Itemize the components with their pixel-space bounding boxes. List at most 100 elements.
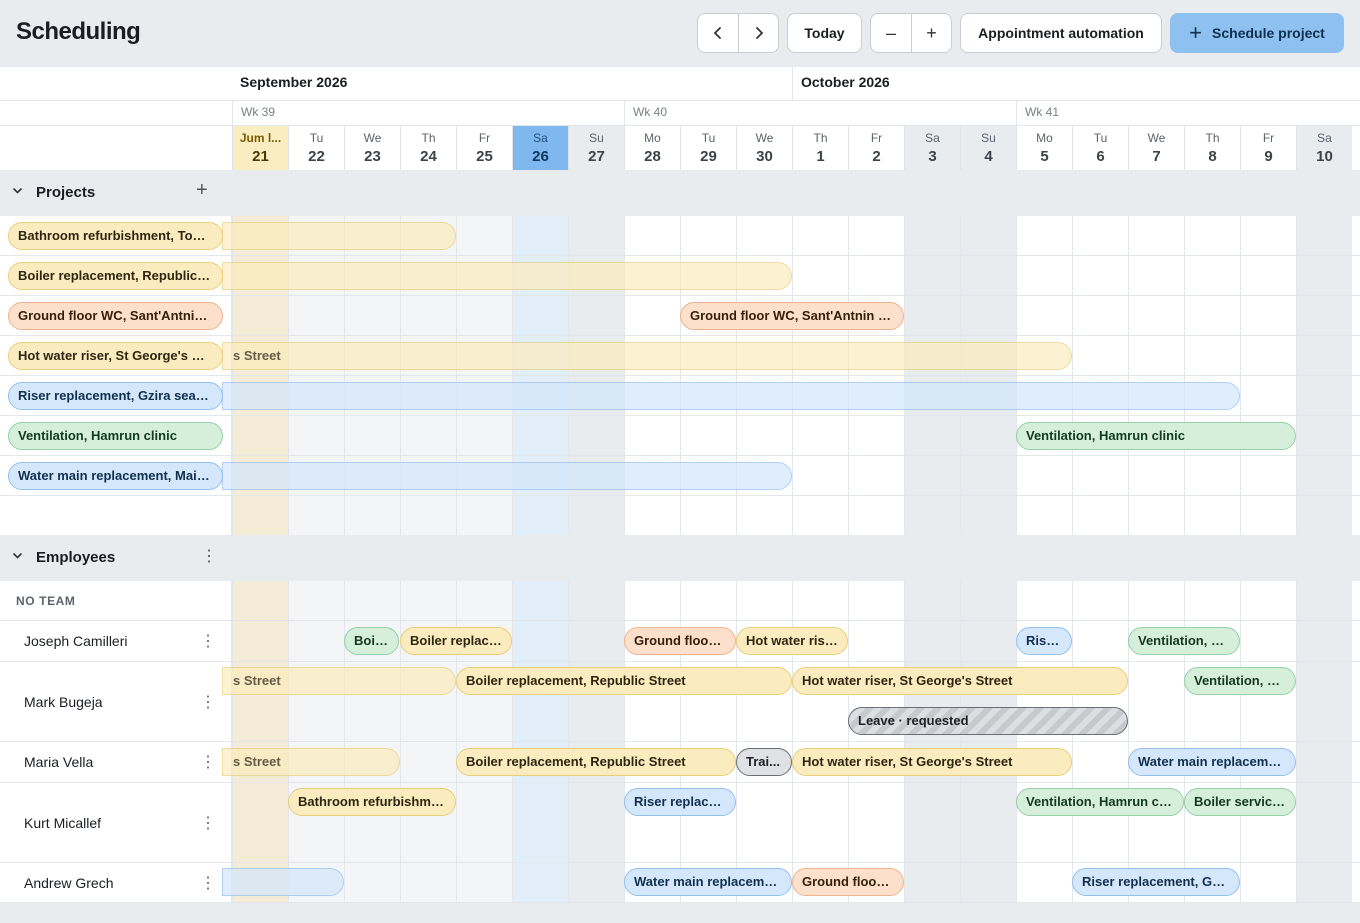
day-header[interactable]: Tu 6 xyxy=(1072,126,1128,170)
week-label-39: Wk 39 xyxy=(241,105,276,119)
day-header[interactable]: Th 1 xyxy=(792,126,848,170)
day-header[interactable]: Sa 3 xyxy=(904,126,960,170)
employees-menu-button[interactable]: ⋮ xyxy=(201,546,217,566)
day-column[interactable] xyxy=(1184,216,1240,536)
assignment-chip[interactable]: Water main replacemen... xyxy=(624,868,792,896)
day-header[interactable]: Mo 5 xyxy=(1016,126,1072,170)
day-header[interactable]: Fr 9 xyxy=(1240,126,1296,170)
project-bar-boiler[interactable] xyxy=(222,262,792,290)
assignment-chip[interactable]: Ventilation, H... xyxy=(1128,627,1240,655)
project-chip-bathroom[interactable]: Bathroom refurbishment, Towe... xyxy=(8,222,223,250)
assignment-chip[interactable]: Riser replace... xyxy=(624,788,736,816)
employee-menu-button[interactable]: ⋮ xyxy=(200,631,216,651)
day-column[interactable] xyxy=(848,216,904,536)
assignment-chip[interactable]: Ground floor ... xyxy=(624,627,736,655)
assignment-chip[interactable]: Bathroom refurbishme... xyxy=(288,788,456,816)
assignment-chip[interactable]: Ventilation, Hamrun cli... xyxy=(1016,788,1184,816)
day-header[interactable]: Jum l... 21 xyxy=(232,126,288,170)
day-column[interactable] xyxy=(1296,581,1352,903)
employee-name[interactable]: Maria Vella xyxy=(24,754,93,770)
prev-period-button[interactable] xyxy=(698,14,738,52)
day-column[interactable] xyxy=(232,581,288,903)
zoom-out-button[interactable]: – xyxy=(871,14,911,52)
chevron-down-icon[interactable] xyxy=(12,550,23,564)
employee-menu-button[interactable]: ⋮ xyxy=(200,692,216,712)
assignment-chip[interactable]: Boiler replace... xyxy=(400,627,512,655)
day-column[interactable] xyxy=(1072,581,1128,903)
day-header[interactable]: Sa 10 xyxy=(1296,126,1352,170)
employee-name[interactable]: Kurt Micallef xyxy=(24,815,101,831)
project-chip-boiler[interactable]: Boiler replacement, Republic St... xyxy=(8,262,223,290)
assignment-chip[interactable]: Hot water riser, St George's Street xyxy=(792,748,1072,776)
day-column[interactable] xyxy=(1240,216,1296,536)
day-column[interactable] xyxy=(792,216,848,536)
assignment-chip[interactable]: Boiler replacement, Republic Street xyxy=(456,667,792,695)
assignment-chip[interactable]: Boil... xyxy=(344,627,399,655)
assignment-chip[interactable]: Hot water riser, St George's Street xyxy=(792,667,1128,695)
employee-name[interactable]: Joseph Camilleri xyxy=(24,633,127,649)
zoom-in-button[interactable]: + xyxy=(911,14,951,52)
day-column[interactable] xyxy=(960,581,1016,903)
assignment-chip[interactable]: Riser replacement, Gzir... xyxy=(1072,868,1240,896)
project-bar-water-main[interactable] xyxy=(222,462,792,490)
project-chip-hot-water[interactable]: Hot water riser, St George's Str... xyxy=(8,342,223,370)
day-header[interactable]: We 7 xyxy=(1128,126,1184,170)
day-column[interactable] xyxy=(288,581,344,903)
day-header[interactable]: We 23 xyxy=(344,126,400,170)
day-header[interactable]: Tu 29 xyxy=(680,126,736,170)
today-button[interactable]: Today xyxy=(787,13,862,53)
employee-menu-button[interactable]: ⋮ xyxy=(200,873,216,893)
project-chip-ventilation[interactable]: Ventilation, Hamrun clinic xyxy=(8,422,223,450)
project-bar-riser[interactable] xyxy=(222,382,1240,410)
day-header[interactable]: Fr 2 xyxy=(848,126,904,170)
day-column[interactable] xyxy=(960,216,1016,536)
assignment-chip[interactable]: Ventilation, H... xyxy=(1184,667,1296,695)
project-bar-ventilation[interactable]: Ventilation, Hamrun clinic xyxy=(1016,422,1296,450)
assignment-chip[interactable]: Boiler service... xyxy=(1184,788,1296,816)
day-header[interactable]: Su 4 xyxy=(960,126,1016,170)
day-header[interactable]: Su 27 xyxy=(568,126,624,170)
project-bar-bathroom[interactable] xyxy=(222,222,456,250)
project-chip-ground-floor[interactable]: Ground floor WC, Sant'Antnin S... xyxy=(8,302,223,330)
project-chip-water-main[interactable]: Water main replacement, Main ... xyxy=(8,462,223,490)
assignment-chip[interactable]: Boiler replacement, Republic Street xyxy=(456,748,736,776)
day-column[interactable] xyxy=(1240,581,1296,903)
day-column[interactable] xyxy=(904,216,960,536)
leave-request-chip[interactable]: Leave · requested xyxy=(848,707,1128,735)
day-header-selected[interactable]: Sa 26 xyxy=(512,126,568,170)
day-column[interactable] xyxy=(1016,216,1072,536)
day-column[interactable] xyxy=(1296,216,1352,536)
assignment-chip[interactable]: Water main replacemen... xyxy=(1128,748,1296,776)
day-column[interactable] xyxy=(512,581,568,903)
assignment-chip[interactable]: Hot water rise... xyxy=(736,627,848,655)
assignment-chip[interactable]: s Street xyxy=(222,667,456,695)
assignment-chip[interactable]: s Street xyxy=(222,748,400,776)
day-header[interactable]: Th 8 xyxy=(1184,126,1240,170)
project-bar-ground-floor[interactable]: Ground floor WC, Sant'Antnin Str... xyxy=(680,302,904,330)
day-header[interactable]: Tu 22 xyxy=(288,126,344,170)
employee-name[interactable]: Andrew Grech xyxy=(24,875,113,891)
employee-name[interactable]: Mark Bugeja xyxy=(24,694,103,710)
day-column[interactable] xyxy=(904,581,960,903)
day-column[interactable] xyxy=(1072,216,1128,536)
day-header[interactable]: Th 24 xyxy=(400,126,456,170)
day-header[interactable]: Mo 28 xyxy=(624,126,680,170)
day-column[interactable] xyxy=(1128,216,1184,536)
assignment-chip[interactable] xyxy=(222,868,344,896)
appointment-automation-button[interactable]: Appointment automation xyxy=(960,13,1162,53)
day-column[interactable] xyxy=(568,581,624,903)
training-chip[interactable]: Trai... xyxy=(736,748,792,776)
day-header[interactable]: We 30 xyxy=(736,126,792,170)
day-header[interactable]: Fr 25 xyxy=(456,126,512,170)
add-project-button[interactable]: + xyxy=(196,179,208,202)
assignment-chip[interactable]: Rise... xyxy=(1016,627,1072,655)
employee-menu-button[interactable]: ⋮ xyxy=(200,813,216,833)
project-chip-riser[interactable]: Riser replacement, Gzira seafro... xyxy=(8,382,223,410)
project-bar-hot-water[interactable]: s Street xyxy=(222,342,1072,370)
schedule-project-button[interactable]: + Schedule project xyxy=(1170,13,1344,53)
day-column[interactable] xyxy=(848,581,904,903)
next-period-button[interactable] xyxy=(738,14,778,52)
assignment-chip[interactable]: Ground floor ... xyxy=(792,868,904,896)
chevron-down-icon[interactable] xyxy=(12,185,23,199)
employee-menu-button[interactable]: ⋮ xyxy=(200,752,216,772)
